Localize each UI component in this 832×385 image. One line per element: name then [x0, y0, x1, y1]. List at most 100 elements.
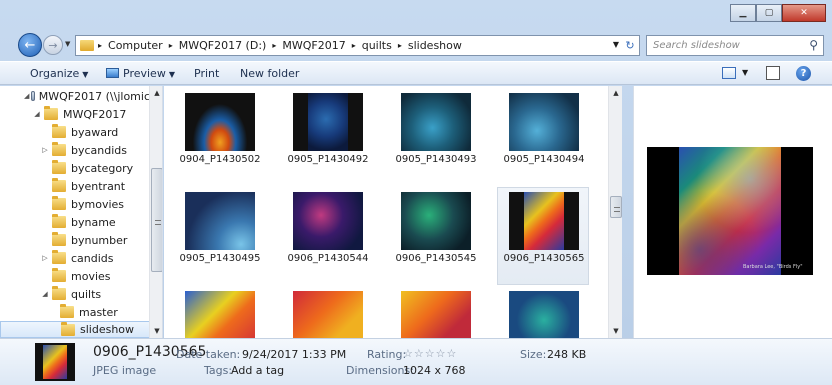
thumbnail-picture	[509, 291, 579, 338]
search-icon[interactable]: ⚲	[809, 38, 818, 52]
file-list: 0904_P1430502 0905_P1430492 0905_P1430493 0…	[164, 86, 622, 338]
thumbnail-picture	[185, 192, 255, 250]
tree-item-folder[interactable]: byentrant	[0, 177, 150, 195]
scroll-up-icon[interactable]: ▲	[150, 86, 162, 100]
file-thumbnail	[509, 291, 579, 338]
help-icon[interactable]: ?	[796, 66, 811, 81]
tree-item-folder[interactable]: byname	[0, 213, 150, 231]
date-taken-label: Date taken:	[176, 348, 241, 361]
new-folder-button[interactable]: New folder	[240, 67, 299, 80]
thumbnail-picture	[401, 192, 471, 250]
organize-button[interactable]: Organize ▼	[30, 67, 88, 80]
breadcrumb-separator[interactable]: ▸	[169, 41, 173, 50]
file-tile[interactable]: 0904_P1430502	[173, 88, 265, 186]
expand-toggle-icon[interactable]: ▷	[40, 254, 50, 262]
file-name: 0906_P1430565	[503, 253, 585, 264]
preview-pane: Barbara Lee, "Birds Fly"	[633, 86, 832, 338]
file-tile[interactable]: 0905_P1430493	[389, 88, 481, 186]
navigation-scrollbar[interactable]: ▲ ▼	[149, 86, 162, 338]
rating-stars[interactable]: ☆☆☆☆☆	[403, 347, 457, 360]
tree-item-folder[interactable]: bycategory	[0, 159, 150, 177]
folder-icon	[52, 124, 66, 138]
breadcrumb-drive[interactable]: MWQF2017 (D:)	[179, 39, 267, 52]
tree-item-label: slideshow	[80, 323, 135, 336]
folder-icon	[52, 232, 66, 246]
refresh-button[interactable]: ↻	[620, 36, 640, 55]
breadcrumb-separator[interactable]: ▸	[272, 41, 276, 50]
view-options-dropdown[interactable]: ▼	[742, 68, 748, 77]
tree-item-folder[interactable]: ◢ MWQF2017	[0, 105, 150, 123]
tree-item-label: byname	[71, 215, 116, 229]
recent-pages-dropdown[interactable]: ▼	[65, 40, 70, 48]
tree-item-drive[interactable]: ◢ MWQF2017 (\\jlomic	[0, 87, 150, 105]
file-list-scrollbar[interactable]: ▲ ▼	[608, 86, 622, 338]
file-tile[interactable]: 0906_P1430544	[281, 187, 373, 285]
breadcrumb-separator[interactable]: ▸	[398, 41, 402, 50]
tree-item-label: byentrant	[71, 179, 126, 193]
file-tile[interactable]	[281, 286, 373, 338]
breadcrumb-separator[interactable]: ▸	[352, 41, 356, 50]
tree-item-folder[interactable]: ▷ candids	[0, 249, 150, 267]
scroll-up-icon[interactable]: ▲	[609, 86, 622, 100]
close-button[interactable]: ✕	[782, 4, 826, 22]
expand-toggle-icon[interactable]: ◢	[24, 92, 29, 100]
folder-icon	[52, 286, 66, 300]
breadcrumb-computer[interactable]: Computer	[108, 39, 163, 52]
folder-icon	[52, 268, 66, 282]
tree-item-label: MWQF2017 (\\jlomic	[38, 89, 150, 103]
folder-icon	[60, 304, 74, 318]
tree-item-folder[interactable]: bynumber	[0, 231, 150, 249]
thumbnail-picture	[293, 291, 363, 338]
size-value: 248 KB	[547, 348, 587, 361]
details-thumbnail	[35, 343, 75, 381]
minimize-button[interactable]: ▁	[730, 4, 756, 22]
tree-item-folder[interactable]: slideshow	[0, 321, 150, 338]
address-bar[interactable]: ▸ Computer ▸ MWQF2017 (D:) ▸ MWQF2017 ▸ …	[75, 35, 640, 56]
file-tile[interactable]: 0906_P1430545	[389, 187, 481, 285]
breadcrumb-mwqf2017[interactable]: MWQF2017	[282, 39, 345, 52]
tree-item-folder[interactable]: bymovies	[0, 195, 150, 213]
print-button[interactable]: Print	[194, 67, 219, 80]
folder-icon	[44, 106, 58, 120]
tree-item-folder[interactable]: ◢ quilts	[0, 285, 150, 303]
thumbnail-picture	[308, 93, 348, 151]
address-dropdown-icon[interactable]: ▼	[613, 40, 619, 49]
file-tile[interactable]: 0905_P1430492	[281, 88, 373, 186]
change-view-icon[interactable]	[722, 67, 736, 79]
breadcrumb-separator: ▸	[98, 41, 103, 50]
grip-icon	[155, 220, 161, 225]
thumbnail-picture	[185, 93, 255, 151]
search-input[interactable]: Search slideshow ⚲	[646, 35, 824, 56]
file-tile[interactable]: 0905_P1430494	[497, 88, 589, 186]
forward-button[interactable]: →	[43, 35, 63, 55]
scroll-down-icon[interactable]: ▼	[150, 324, 162, 338]
file-tile[interactable]	[497, 286, 589, 338]
file-tile[interactable]: 0906_P1430565	[497, 187, 589, 285]
file-tile[interactable]	[389, 286, 481, 338]
tags-field[interactable]: Add a tag	[231, 364, 284, 377]
scrollbar-thumb[interactable]	[610, 196, 622, 218]
scrollbar-thumb[interactable]	[151, 168, 162, 272]
tree-item-folder[interactable]: ▷ bycandids	[0, 141, 150, 159]
scroll-down-icon[interactable]: ▼	[609, 324, 622, 338]
expand-toggle-icon[interactable]: ◢	[32, 110, 42, 118]
tags-label: Tags:	[204, 364, 233, 377]
expand-toggle-icon[interactable]: ◢	[40, 290, 50, 298]
breadcrumb-quilts[interactable]: quilts	[362, 39, 392, 52]
close-icon: ✕	[800, 8, 808, 18]
file-tile[interactable]	[173, 286, 265, 338]
network-drive-icon	[31, 91, 35, 101]
back-button[interactable]: ←	[18, 33, 42, 57]
tree-item-folder[interactable]: movies	[0, 267, 150, 285]
file-tile[interactable]: 0905_P1430495	[173, 187, 265, 285]
grip-icon	[614, 207, 620, 212]
tree-item-folder[interactable]: master	[0, 303, 150, 321]
preview-pane-toggle-icon[interactable]	[766, 66, 780, 80]
tree-item-folder[interactable]: byaward	[0, 123, 150, 141]
expand-toggle-icon[interactable]: ▷	[40, 146, 50, 154]
maximize-button[interactable]: ▢	[756, 4, 782, 22]
folder-icon	[52, 178, 66, 192]
breadcrumb-slideshow[interactable]: slideshow	[408, 39, 462, 52]
file-thumbnail	[401, 192, 471, 250]
preview-button[interactable]: Preview ▼	[106, 67, 175, 80]
